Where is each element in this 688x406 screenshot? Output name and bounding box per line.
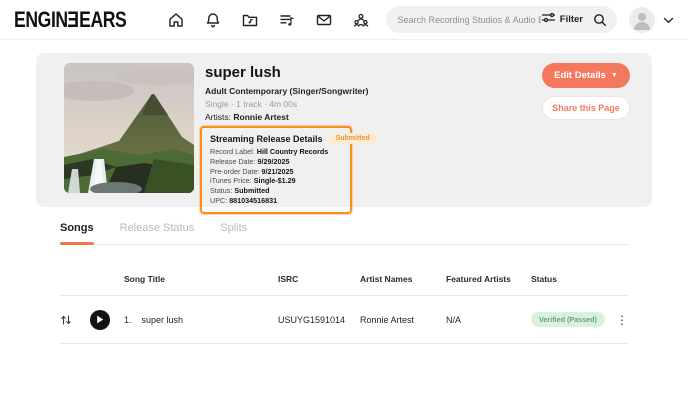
mail-icon[interactable] bbox=[315, 11, 333, 29]
field-label: Record Label: bbox=[210, 147, 255, 156]
artists-value: Ronnie Artest bbox=[233, 112, 289, 122]
edit-details-button[interactable]: Edit Details ▼ bbox=[542, 63, 630, 88]
track-title: super lush bbox=[141, 314, 184, 325]
folder-music-icon[interactable] bbox=[241, 11, 259, 29]
field-value: 9/21/2025 bbox=[261, 166, 294, 176]
submitted-badge: Submitted bbox=[328, 133, 377, 144]
release-artwork bbox=[64, 63, 194, 193]
row-menu-kebab-icon[interactable]: ⋮ bbox=[616, 314, 628, 326]
release-info: super lush Adult Contemporary (Singer/So… bbox=[205, 64, 368, 122]
people-icon[interactable] bbox=[352, 11, 370, 29]
table-header-row: Song Title ISRC Artist Names Featured Ar… bbox=[60, 262, 628, 296]
top-bar: ENGINEEARS Filter bbox=[0, 0, 688, 40]
featured-artists-cell: N/A bbox=[446, 314, 462, 325]
release-meta: Single · 1 track · 4m 00s bbox=[205, 99, 298, 109]
field-preorder-date: Pre-order Date: 9/21/2025 bbox=[210, 167, 342, 177]
release-title: super lush bbox=[205, 64, 281, 81]
field-itunes-price: iTunes Price: Single-$1.29 bbox=[210, 176, 342, 186]
search-input[interactable] bbox=[397, 14, 541, 25]
account-menu bbox=[629, 6, 674, 33]
artist-names-cell: Ronnie Artest bbox=[360, 314, 415, 325]
logo-text: ENGIN bbox=[14, 6, 68, 32]
tab-splits[interactable]: Splits bbox=[220, 222, 247, 244]
field-label: Release Date: bbox=[210, 156, 256, 166]
field-record-label: Record Label: Hill Country Records bbox=[210, 147, 342, 157]
field-value: Hill Country Records bbox=[256, 147, 329, 156]
header-isrc: ISRC bbox=[278, 273, 299, 284]
bell-icon[interactable] bbox=[204, 11, 222, 29]
edit-details-label: Edit Details bbox=[554, 70, 606, 81]
share-page-label: Share this Page bbox=[552, 103, 620, 113]
tab-songs[interactable]: Songs bbox=[60, 222, 94, 245]
play-icon bbox=[97, 315, 104, 324]
streaming-release-details-box: Streaming Release Details Submitted Reco… bbox=[200, 126, 377, 214]
header-song-title: Song Title bbox=[124, 273, 165, 284]
search-bar: Filter bbox=[385, 6, 617, 33]
status-badge: Verified (Passed) bbox=[531, 312, 605, 327]
sort-reorder-icon[interactable] bbox=[60, 314, 72, 326]
field-label: UPC: bbox=[210, 195, 228, 205]
engineears-logo[interactable]: ENGINEEARS bbox=[14, 6, 127, 33]
release-artists: Artists: Ronnie Artest bbox=[205, 112, 368, 122]
home-icon[interactable] bbox=[167, 11, 185, 29]
release-genre: Adult Contemporary (Singer/Songwriter) bbox=[205, 86, 369, 96]
field-label: Status: bbox=[210, 186, 233, 196]
logo-text-2: EARS bbox=[79, 6, 127, 32]
field-status: Status: Submitted bbox=[210, 186, 342, 196]
field-value: Single-$1.29 bbox=[253, 176, 296, 186]
streaming-details-title: Streaming Release Details bbox=[210, 133, 323, 144]
chevron-down-icon: ▼ bbox=[610, 72, 618, 79]
track-number: 1. bbox=[124, 314, 132, 325]
main-nav bbox=[167, 11, 370, 29]
avatar[interactable] bbox=[629, 6, 655, 33]
chevron-down-icon[interactable] bbox=[663, 11, 674, 29]
header-artist-names: Artist Names bbox=[360, 273, 413, 284]
field-label: iTunes Price: bbox=[210, 176, 252, 186]
isrc-cell: USUYG1591014 bbox=[278, 314, 346, 325]
queue-music-icon[interactable] bbox=[278, 11, 296, 29]
field-upc: UPC: 881034516831 bbox=[210, 196, 342, 206]
field-value: 881034516831 bbox=[229, 195, 278, 205]
play-button[interactable] bbox=[90, 309, 110, 330]
field-release-date: Release Date: 9/29/2025 bbox=[210, 157, 342, 167]
logo-flipped-e: E bbox=[67, 6, 80, 32]
search-icon[interactable] bbox=[593, 13, 607, 27]
release-summary-card: super lush Adult Contemporary (Singer/So… bbox=[36, 53, 652, 214]
release-tabs: Songs Release Status Splits bbox=[60, 222, 628, 245]
song-title-cell: 1. super lush bbox=[124, 315, 278, 325]
tab-release-status[interactable]: Release Status bbox=[120, 222, 195, 244]
share-page-button[interactable]: Share this Page bbox=[542, 96, 630, 120]
field-label: Pre-order Date: bbox=[210, 166, 260, 176]
filter-sliders-icon bbox=[541, 11, 556, 29]
header-featured-artists: Featured Artists bbox=[446, 273, 511, 284]
filter-button[interactable]: Filter bbox=[541, 11, 583, 29]
streaming-details-header: Streaming Release Details Submitted bbox=[210, 133, 377, 144]
filter-label: Filter bbox=[559, 14, 583, 25]
release-actions: Edit Details ▼ Share this Page bbox=[542, 63, 630, 120]
table-row: 1. super lush USUYG1591014 Ronnie Artest… bbox=[60, 296, 628, 344]
songs-table: Song Title ISRC Artist Names Featured Ar… bbox=[60, 262, 628, 344]
field-value: Submitted bbox=[234, 186, 270, 196]
header-status: Status bbox=[531, 273, 557, 284]
field-value: 9/29/2025 bbox=[257, 156, 290, 166]
artists-label: Artists: bbox=[205, 112, 231, 122]
